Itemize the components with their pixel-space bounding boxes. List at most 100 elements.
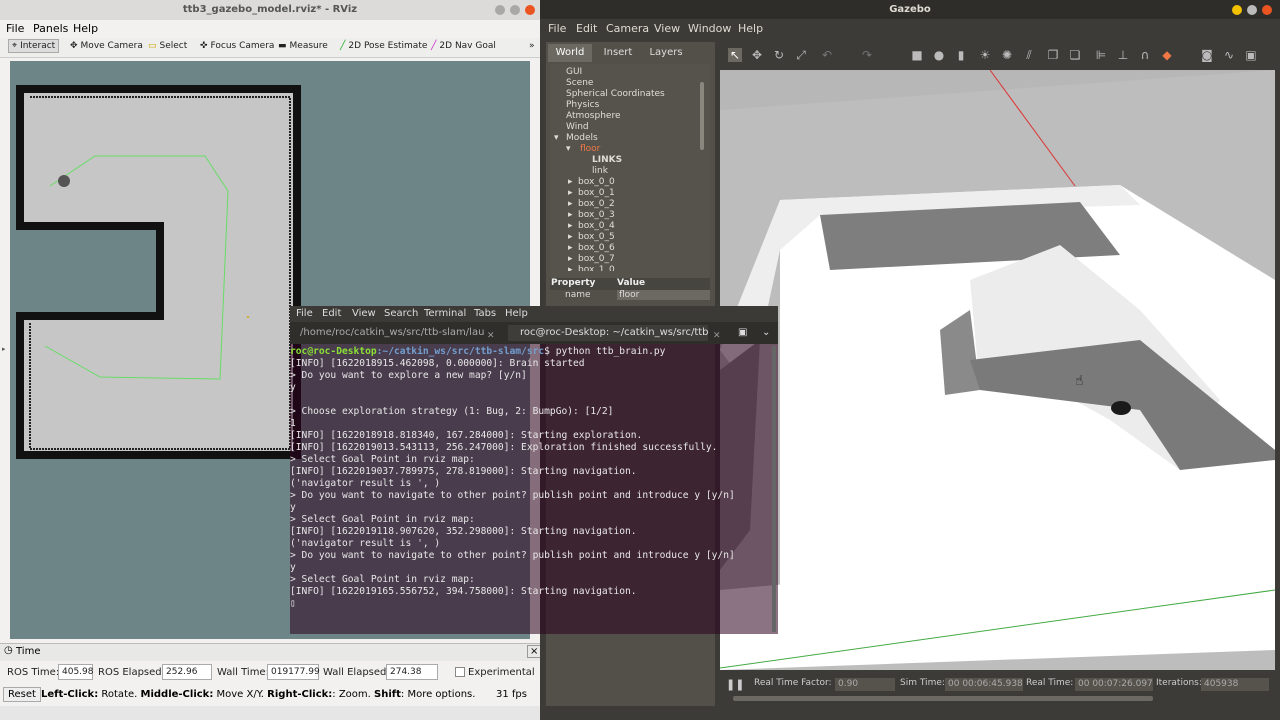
term-menu-terminal[interactable]: Terminal xyxy=(424,308,466,319)
tree-item-atmosphere[interactable]: Atmosphere xyxy=(566,111,620,121)
maximize-button[interactable] xyxy=(510,5,520,15)
redo-icon[interactable]: ↷ xyxy=(860,48,874,62)
tab-close-icon[interactable]: ✕ xyxy=(713,328,721,344)
gz-menu-view[interactable]: View xyxy=(654,22,680,35)
tool-interact[interactable]: ⌖ Interact xyxy=(8,39,60,53)
box-shape-icon[interactable]: ■ xyxy=(910,48,924,62)
tree-item-box[interactable]: box_0_6 xyxy=(578,243,615,253)
select-mode-icon[interactable]: ↖ xyxy=(728,48,742,62)
gazebo-3d-scene[interactable]: ☝ xyxy=(720,70,1275,670)
align-icon[interactable]: ⊫ xyxy=(1094,48,1108,62)
terminal-output[interactable]: roc@roc-Desktop:~/catkin_ws/src/ttb-slam… xyxy=(290,346,772,634)
wall-elapsed-field[interactable]: 274.38 xyxy=(386,664,438,680)
tree-item-box[interactable]: box_0_2 xyxy=(578,199,615,209)
expand-arrow-icon[interactable]: ▾ xyxy=(566,144,571,154)
collapse-arrow-icon[interactable]: ▸ xyxy=(568,232,573,242)
term-menu-help[interactable]: Help xyxy=(505,308,528,319)
collapse-arrow-icon[interactable]: ▸ xyxy=(568,254,573,264)
term-menu-tabs[interactable]: Tabs xyxy=(474,308,496,319)
terminal-tab-1[interactable]: /home/roc/catkin_ws/src/ttb-slam/lau... xyxy=(300,325,485,341)
turtlebot-robot[interactable] xyxy=(1111,401,1131,415)
tool-pose-estimate[interactable]: ╱ 2D Pose Estimate xyxy=(340,41,427,51)
property-row[interactable]: name floor xyxy=(550,290,710,302)
menu-file[interactable]: File xyxy=(6,22,24,35)
gz-maximize-button[interactable] xyxy=(1247,5,1257,15)
property-value[interactable]: floor xyxy=(617,290,710,300)
point-light-icon[interactable]: ☀ xyxy=(978,48,992,62)
gz-minimize-button[interactable] xyxy=(1232,5,1242,15)
tree-item-models[interactable]: Models xyxy=(566,133,598,143)
menu-help[interactable]: Help xyxy=(73,22,98,35)
tree-item-model-floor[interactable]: floor xyxy=(580,144,600,154)
tree-item-box[interactable]: box_0_7 xyxy=(578,254,615,264)
plot-icon[interactable]: ∿ xyxy=(1222,48,1236,62)
paste-icon[interactable]: ❏ xyxy=(1068,48,1082,62)
change-view-icon[interactable]: ◆ xyxy=(1160,48,1174,62)
tool-select[interactable]: ▭ Select xyxy=(148,41,187,51)
tabs-menu-chevron-down-icon[interactable]: ⌄ xyxy=(762,325,770,341)
minimize-button[interactable] xyxy=(495,5,505,15)
term-menu-file[interactable]: File xyxy=(296,308,313,319)
tree-item-box[interactable]: box_0_1 xyxy=(578,188,615,198)
collapse-arrow-icon[interactable]: ▸ xyxy=(568,221,573,231)
tree-item-box[interactable]: box_0_4 xyxy=(578,221,615,231)
tree-item-wind[interactable]: Wind xyxy=(566,122,589,132)
term-menu-edit[interactable]: Edit xyxy=(322,308,341,319)
gz-menu-camera[interactable]: Camera xyxy=(606,22,649,35)
translate-mode-icon[interactable]: ✥ xyxy=(750,48,764,62)
terminal-scrollbar[interactable] xyxy=(772,346,776,632)
new-tab-icon[interactable]: ▣ xyxy=(738,325,747,341)
tab-close-icon[interactable]: ✕ xyxy=(487,328,495,344)
gz-menu-help[interactable]: Help xyxy=(738,22,763,35)
scale-mode-icon[interactable]: ⤢ xyxy=(794,48,808,62)
tool-measure[interactable]: ▬ Measure xyxy=(278,41,328,51)
gz-close-button[interactable] xyxy=(1262,5,1272,15)
terminal-window[interactable]: File Edit View Search Terminal Tabs Help… xyxy=(290,306,778,634)
tree-item-link[interactable]: link xyxy=(592,166,608,176)
terminal-tab-2[interactable]: roc@roc-Desktop: ~/catkin_ws/src/ttb-... xyxy=(508,325,708,341)
tree-item-scene[interactable]: Scene xyxy=(566,78,593,88)
tree-item-gui[interactable]: GUI xyxy=(566,67,582,77)
spot-light-icon[interactable]: ✺ xyxy=(1000,48,1014,62)
copy-icon[interactable]: ❐ xyxy=(1046,48,1060,62)
collapse-arrow-icon[interactable]: ▸ xyxy=(568,188,573,198)
gz-menu-edit[interactable]: Edit xyxy=(576,22,597,35)
ros-elapsed-field[interactable]: 252.96 xyxy=(162,664,212,680)
screenshot-icon[interactable]: ◙ xyxy=(1200,48,1214,62)
menu-panels[interactable]: Panels xyxy=(33,22,68,35)
tree-scrollbar[interactable] xyxy=(700,82,704,150)
tab-insert[interactable]: Insert xyxy=(596,44,640,62)
gz-menu-file[interactable]: File xyxy=(548,22,566,35)
experimental-checkbox[interactable] xyxy=(455,667,465,677)
left-dock-arrow-icon[interactable]: ▸ xyxy=(2,345,6,353)
collapse-arrow-icon[interactable]: ▸ xyxy=(568,210,573,220)
tree-item-spherical[interactable]: Spherical Coordinates xyxy=(566,89,665,99)
undo-icon[interactable]: ↶ xyxy=(820,48,834,62)
reset-button[interactable]: Reset xyxy=(3,687,41,702)
tab-world[interactable]: World xyxy=(548,44,592,62)
term-menu-search[interactable]: Search xyxy=(384,308,418,319)
collapse-arrow-icon[interactable]: ▸ xyxy=(568,243,573,253)
collapse-arrow-icon[interactable]: ▸ xyxy=(568,199,573,209)
snap-icon[interactable]: ⊥ xyxy=(1116,48,1130,62)
cylinder-shape-icon[interactable]: ▮ xyxy=(954,48,968,62)
tree-item-box[interactable]: box_0_3 xyxy=(578,210,615,220)
sphere-shape-icon[interactable]: ● xyxy=(932,48,946,62)
tool-move-camera[interactable]: ✥ Move Camera xyxy=(70,41,143,51)
collapse-arrow-icon[interactable]: ▸ xyxy=(568,265,573,271)
tree-item-box[interactable]: box_1_0 xyxy=(578,265,615,271)
wall-time-field[interactable]: 019177.99 xyxy=(267,664,320,680)
tree-item-box[interactable]: box_0_0 xyxy=(578,177,615,187)
expand-arrow-icon[interactable]: ▾ xyxy=(554,133,559,143)
rotate-mode-icon[interactable]: ↻ xyxy=(772,48,786,62)
tool-focus-camera[interactable]: ✜ Focus Camera xyxy=(200,41,274,51)
toolbar-overflow-icon[interactable]: » xyxy=(529,41,535,51)
tool-nav-goal[interactable]: ╱ 2D Nav Goal xyxy=(431,41,496,51)
pause-icon[interactable]: ❚❚ xyxy=(726,678,744,691)
directional-light-icon[interactable]: ⫽ xyxy=(1022,48,1036,62)
record-video-icon[interactable]: ▣ xyxy=(1244,48,1258,62)
term-menu-view[interactable]: View xyxy=(352,308,376,319)
tree-item-physics[interactable]: Physics xyxy=(566,100,599,110)
gazebo-horizontal-scrollbar[interactable] xyxy=(733,696,1153,701)
magnet-icon[interactable]: ∩ xyxy=(1138,48,1152,62)
